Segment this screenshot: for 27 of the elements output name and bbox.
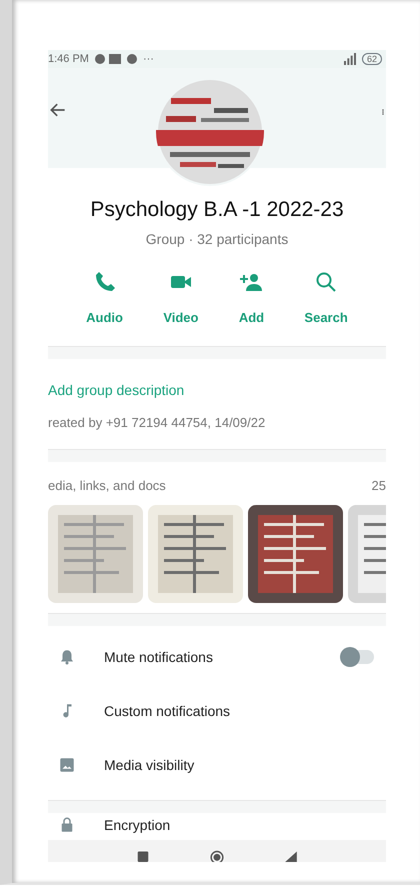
settings-row[interactable]: Custom notifications [48, 684, 386, 738]
more-indicator: ··· [142, 52, 154, 67]
setting-label: Media visibility [104, 756, 194, 775]
add-button[interactable]: Add [238, 270, 264, 328]
status-time: 1:46 PM [48, 52, 89, 67]
settings-row[interactable]: Media visibility [48, 738, 386, 792]
signal-icon [344, 53, 356, 65]
audio-button[interactable]: Audio [86, 270, 123, 328]
image-icon [58, 756, 76, 774]
video-button[interactable]: Video [163, 270, 198, 328]
notification-icons [94, 54, 137, 64]
media-count: 25 [372, 476, 386, 495]
add-description-link[interactable]: Add group description [48, 380, 184, 402]
setting-label: Mute notifications [104, 648, 213, 667]
mute-notifications-row[interactable]: Mute notifications [48, 630, 386, 684]
setting-label: Custom notifications [104, 702, 230, 721]
group-subtitle: Group · 32 participants [146, 230, 288, 250]
created-by-text: reated by +91 72194 44754, 14/09/22 [48, 414, 266, 432]
search-button[interactable]: Search [304, 270, 348, 328]
toggle-switch[interactable] [342, 650, 374, 664]
settings-row[interactable]: Encryption [48, 813, 386, 840]
bell-icon [58, 648, 76, 666]
battery-indicator: 62 [362, 53, 382, 65]
setting-label: Encryption [104, 816, 170, 835]
group-name: Psychology B.A -1 2022-23 [90, 196, 344, 223]
search-icon [314, 270, 338, 294]
media-section-title: edia, links, and docs [48, 476, 166, 495]
